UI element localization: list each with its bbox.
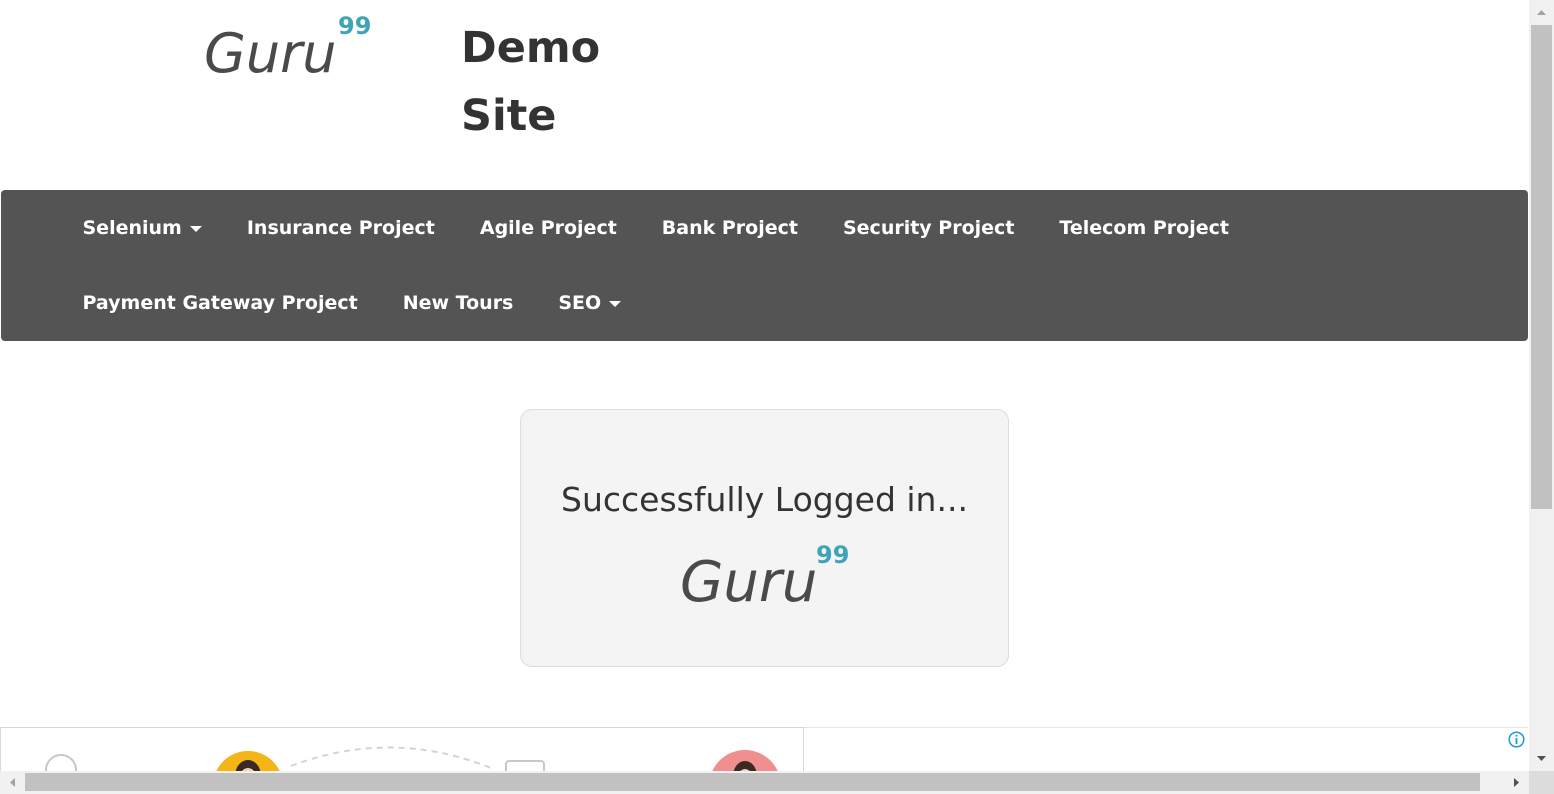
ad-search-shape bbox=[45, 754, 77, 772]
site-title-line2: Site bbox=[461, 91, 557, 141]
guru99-logo[interactable]: Guru 99 bbox=[200, 10, 380, 80]
nav-item-telecom-project[interactable]: Telecom Project bbox=[1037, 217, 1252, 239]
guru99-logo-text: Guru bbox=[204, 22, 337, 80]
login-success-message: Successfully Logged in... bbox=[561, 480, 968, 519]
nav-item-insurance-project[interactable]: Insurance Project bbox=[224, 217, 457, 239]
main-navbar: Selenium Insurance Project Agile Project… bbox=[1, 190, 1528, 341]
nav-item-security-project[interactable]: Security Project bbox=[820, 217, 1036, 239]
chevron-down-icon[interactable] bbox=[1529, 746, 1554, 771]
ad-dashed-arc bbox=[290, 746, 492, 769]
nav-item-label: Telecom Project bbox=[1059, 216, 1229, 239]
horizontal-scrollbar-thumb[interactable] bbox=[25, 773, 1480, 791]
site-title: Demo Site bbox=[461, 14, 661, 150]
login-success-card: Successfully Logged in... Guru 99 bbox=[520, 409, 1009, 667]
chevron-left-icon[interactable] bbox=[0, 771, 25, 794]
nav-item-label: Payment Gateway Project bbox=[82, 291, 358, 314]
guru99-logo-superscript: 99 bbox=[816, 541, 849, 569]
navbar-row-2: Payment Gateway Project New Tours SEO bbox=[60, 265, 644, 340]
nav-item-label: Security Project bbox=[842, 216, 1015, 239]
nav-item-seo[interactable]: SEO bbox=[536, 292, 644, 314]
nav-item-new-tours[interactable]: New Tours bbox=[380, 292, 536, 314]
nav-item-label: Selenium bbox=[82, 216, 182, 239]
ad-banner-illustration bbox=[45, 746, 779, 772]
vertical-scrollbar-thumb[interactable] bbox=[1531, 25, 1552, 509]
info-icon[interactable] bbox=[1508, 731, 1525, 748]
nav-item-agile-project[interactable]: Agile Project bbox=[457, 217, 639, 239]
caret-down-icon bbox=[609, 300, 622, 307]
guru99-logo-superscript: 99 bbox=[338, 12, 371, 40]
guru99-logo-text: Guru bbox=[680, 550, 817, 610]
site-title-line1: Demo bbox=[461, 23, 601, 73]
ad-area-blank bbox=[804, 727, 1528, 772]
guru99-card-logo: Guru 99 bbox=[680, 541, 849, 610]
nav-item-label: SEO bbox=[558, 291, 602, 314]
ad-banner[interactable] bbox=[0, 727, 804, 772]
nav-item-label: New Tours bbox=[402, 291, 514, 314]
nav-item-label: Insurance Project bbox=[246, 216, 435, 239]
nav-item-bank-project[interactable]: Bank Project bbox=[639, 217, 820, 239]
nav-item-payment-gateway-project[interactable]: Payment Gateway Project bbox=[60, 292, 380, 314]
chevron-right-icon[interactable] bbox=[1504, 771, 1529, 794]
nav-item-label: Agile Project bbox=[479, 216, 617, 239]
nav-item-label: Bank Project bbox=[661, 216, 798, 239]
caret-down-icon bbox=[189, 225, 202, 232]
nav-item-selenium[interactable]: Selenium bbox=[60, 217, 224, 239]
navbar-row-1: Selenium Insurance Project Agile Project… bbox=[60, 190, 1251, 265]
scrollbar-corner bbox=[1529, 771, 1554, 794]
chevron-up-icon[interactable] bbox=[1529, 0, 1554, 25]
